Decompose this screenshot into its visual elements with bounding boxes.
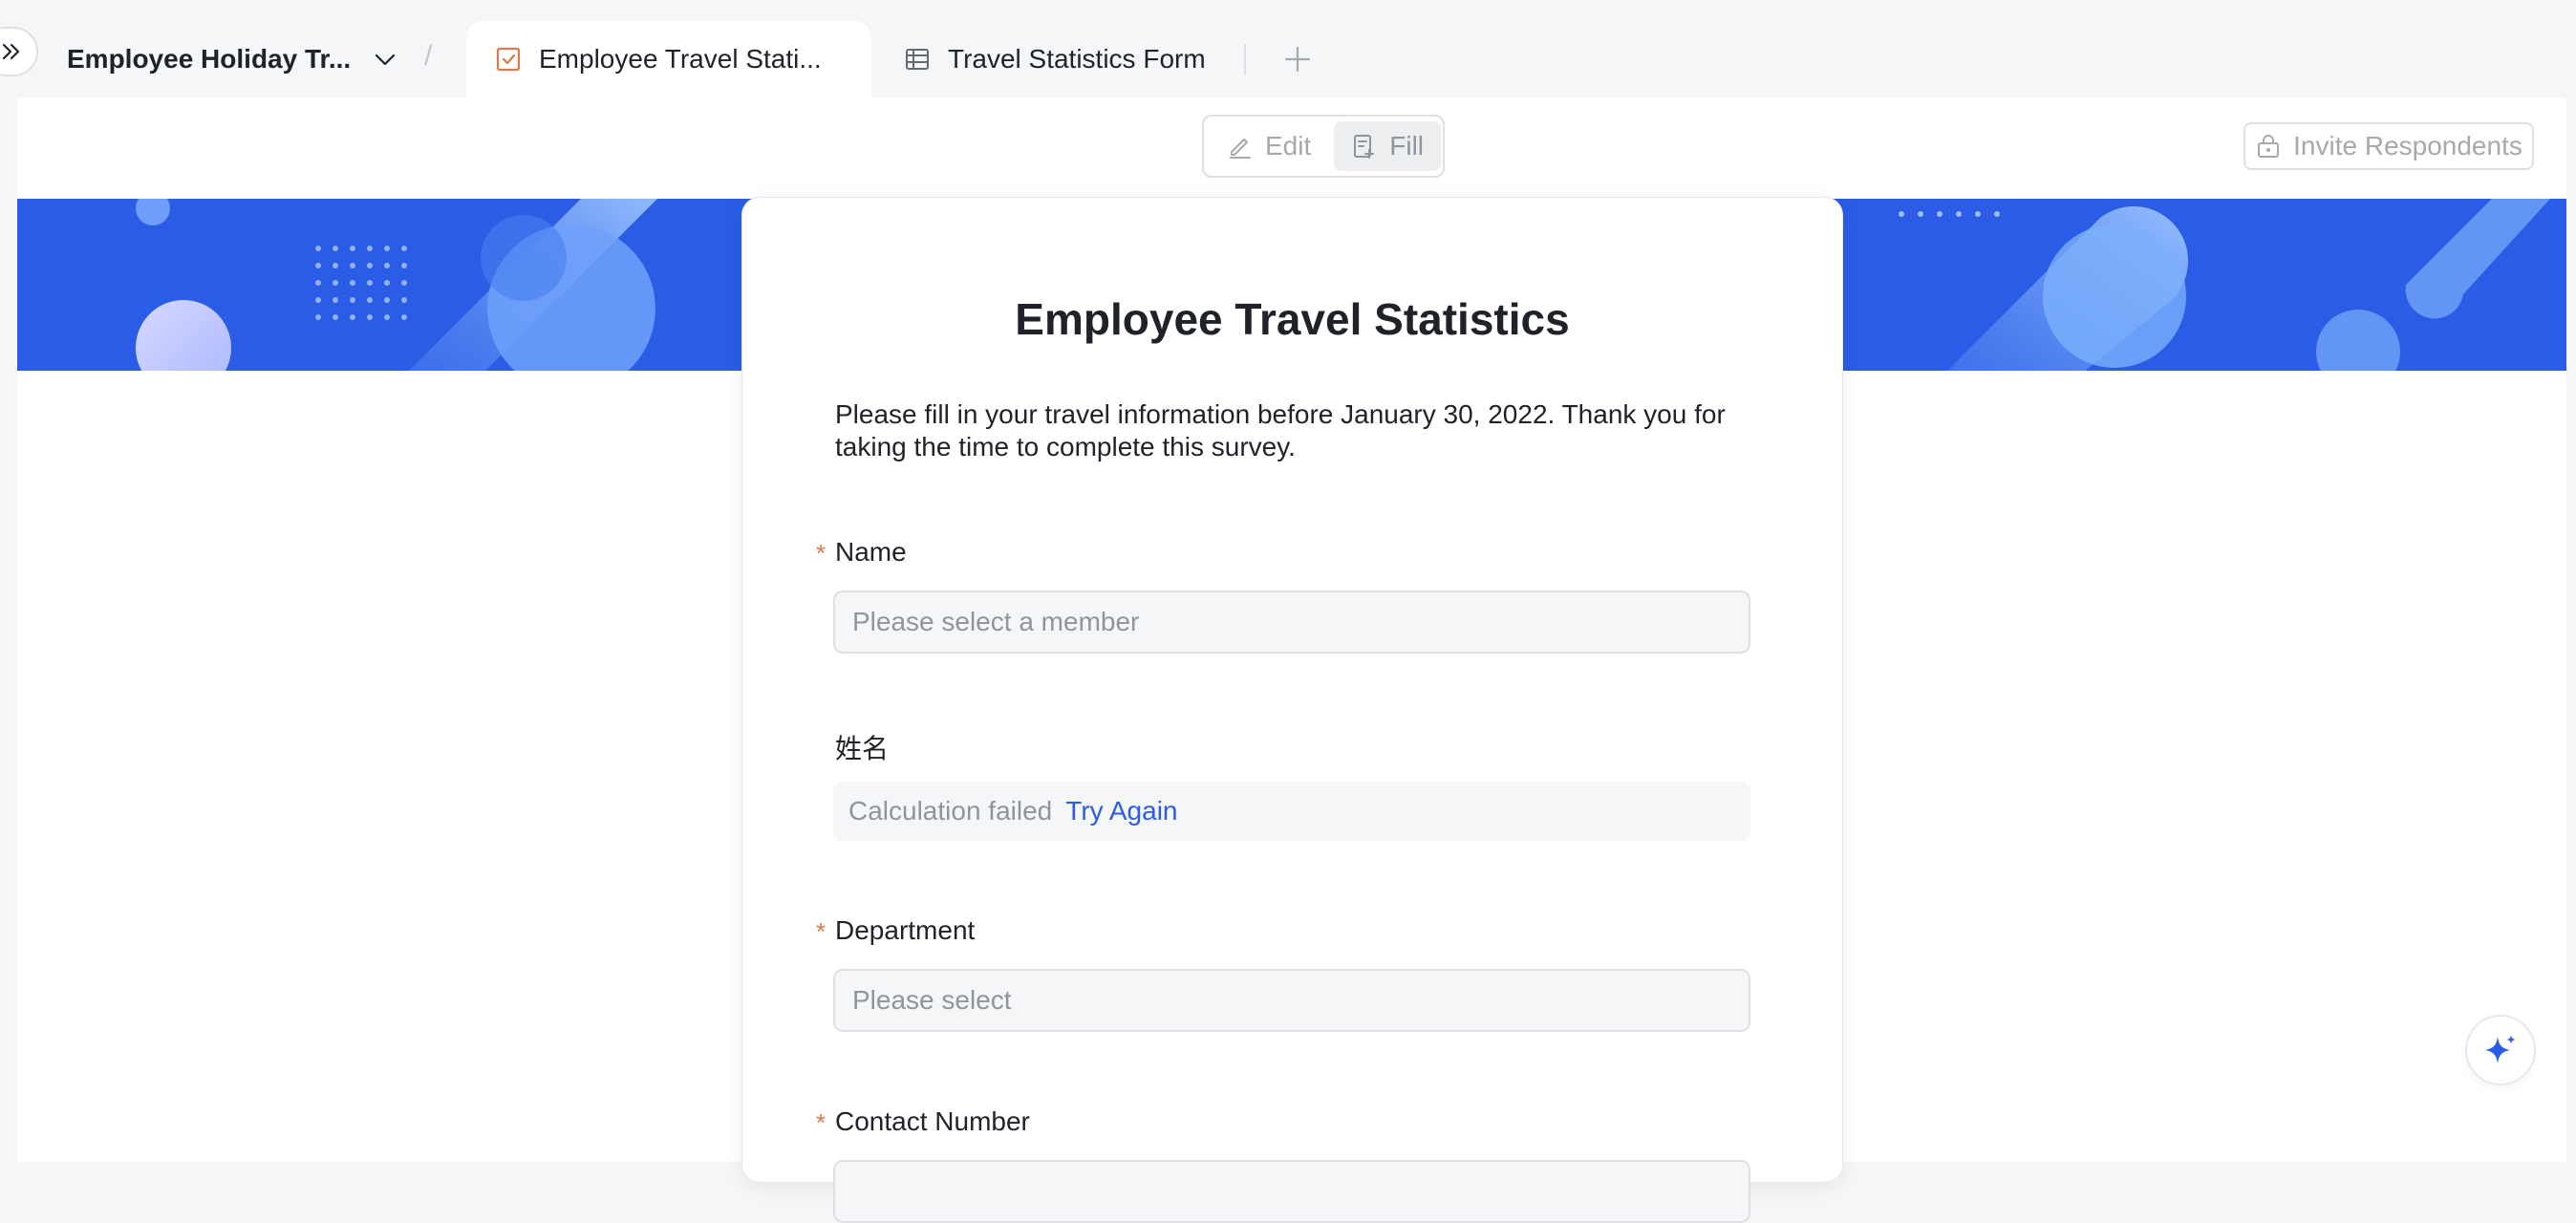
form-checkbox-icon	[496, 47, 521, 72]
form-toolbar: Edit Fill Invite Respondents	[17, 97, 2566, 199]
question-title: Contact Number	[835, 1106, 1030, 1136]
question-formula-label: 姓名	[835, 728, 889, 766]
contact-number-input[interactable]	[833, 1160, 1750, 1223]
sidebar-expand-button[interactable]	[0, 27, 38, 76]
tab-label: Employee Travel Stati...	[539, 44, 822, 74]
member-select-input[interactable]: Please select a member	[833, 590, 1750, 654]
edit-mode-button[interactable]: Edit	[1210, 121, 1328, 171]
form-title: Employee Travel Statistics	[1015, 294, 1570, 344]
fill-mode-label: Fill	[1389, 131, 1425, 161]
mode-switch: Edit Fill	[1202, 115, 1445, 178]
ai-assistant-button[interactable]	[2467, 1017, 2534, 1084]
tab-label: Travel Statistics Form	[948, 44, 1206, 74]
tab-divider	[1244, 44, 1246, 75]
formula-result-box: Calculation failed Try Again	[833, 782, 1750, 841]
sparkle-icon	[2485, 1035, 2516, 1063]
tab-bar: Employee Holiday Tr... / Employee Travel…	[0, 0, 2576, 97]
table-grid-icon	[906, 49, 929, 70]
required-asterisk: *	[816, 1108, 826, 1137]
pencil-icon	[1230, 139, 1251, 159]
input-placeholder: Please select	[852, 985, 1012, 1015]
try-again-link[interactable]: Try Again	[1065, 796, 1177, 826]
question-contact-number-label: * Contact Number	[816, 1106, 1030, 1137]
input-placeholder: Please select a member	[852, 607, 1140, 636]
question-title: Name	[835, 537, 907, 567]
double-chevron-right-icon	[2, 43, 20, 60]
fill-mode-button[interactable]: Fill	[1334, 121, 1442, 171]
breadcrumb-separator: /	[424, 40, 433, 72]
required-asterisk: *	[816, 539, 826, 568]
chevron-down-icon	[376, 54, 396, 66]
department-select-input[interactable]: Please select	[833, 969, 1750, 1032]
calculation-status: Calculation failed	[848, 796, 1053, 826]
add-tab-button[interactable]	[1278, 36, 1317, 82]
required-asterisk: *	[816, 917, 826, 946]
invite-label: Invite Respondents	[2293, 131, 2522, 161]
question-name-label: * Name	[816, 537, 907, 568]
invite-respondents-button[interactable]: Invite Respondents	[2243, 122, 2534, 170]
tab-travel-statistics-form[interactable]: Travel Statistics Form	[904, 21, 1206, 97]
tab-employee-travel-statistics[interactable]: Employee Travel Stati...	[466, 21, 871, 97]
lock-icon	[2258, 135, 2280, 158]
question-title: Department	[835, 915, 976, 945]
form-card: Employee Travel Statistics Please fill i…	[742, 198, 1842, 1223]
form-description: Please fill in your travel information b…	[835, 399, 1726, 461]
edit-mode-label: Edit	[1265, 131, 1312, 161]
plus-icon	[1284, 46, 1311, 73]
document-title-dropdown[interactable]: Employee Holiday Tr...	[67, 38, 398, 80]
question-department-label: * Department	[816, 915, 976, 946]
document-title: Employee Holiday Tr...	[67, 44, 352, 74]
question-title: 姓名	[835, 734, 890, 763]
form-fill-icon	[1354, 135, 1375, 159]
